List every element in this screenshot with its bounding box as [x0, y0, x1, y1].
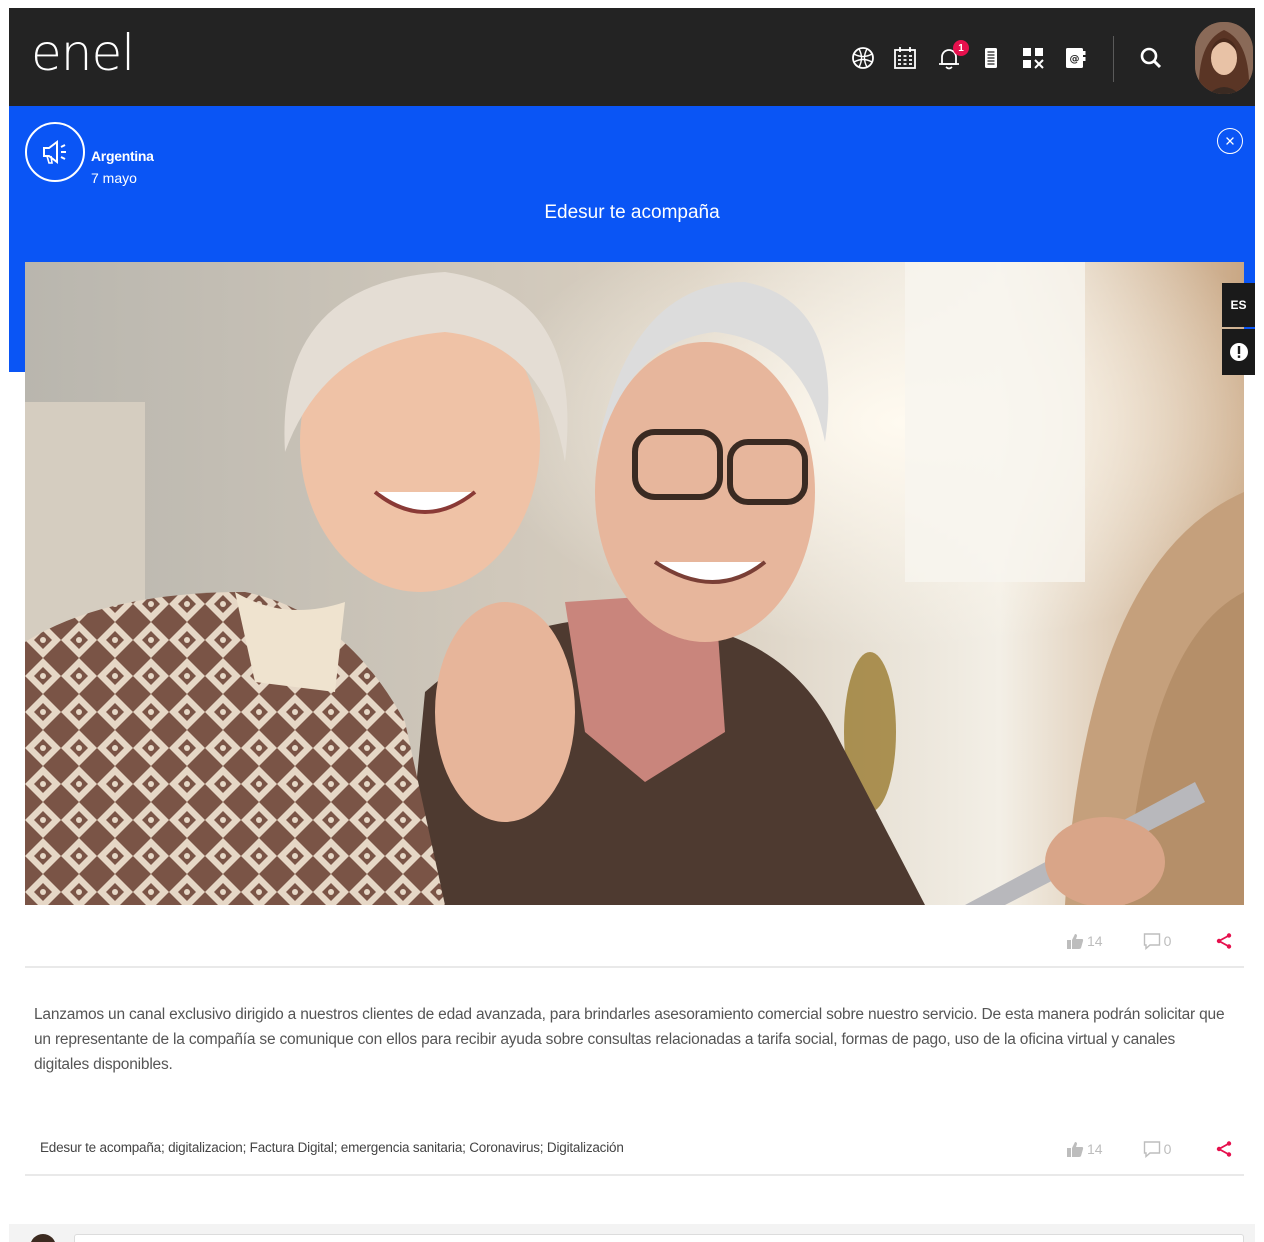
comment-count: 0	[1163, 1141, 1172, 1157]
post-actions-bottom: 14 0	[1066, 1137, 1236, 1161]
header-divider	[1113, 36, 1114, 82]
comment-button[interactable]: 0	[1143, 1140, 1172, 1158]
share-icon[interactable]	[1215, 1140, 1236, 1158]
comment-input[interactable]	[74, 1234, 1244, 1242]
globe-icon[interactable]	[847, 42, 879, 74]
document-icon[interactable]	[975, 42, 1007, 74]
notification-badge: 1	[953, 40, 969, 56]
thumbs-up-icon	[1067, 1142, 1084, 1157]
thumbs-up-icon	[1067, 934, 1084, 949]
top-navigation-bar: enel 1 @	[9, 8, 1255, 106]
close-icon[interactable]	[1217, 128, 1243, 154]
share-icon[interactable]	[1215, 932, 1236, 950]
comment-icon	[1143, 933, 1160, 950]
calendar-icon[interactable]	[889, 42, 921, 74]
megaphone-icon	[25, 122, 85, 182]
alert-icon[interactable]	[1222, 329, 1255, 375]
post-title: Edesur te acompaña	[544, 202, 720, 223]
email-contact-icon[interactable]: @	[1059, 42, 1091, 74]
post-hero-image	[25, 262, 1244, 905]
comment-icon	[1143, 1141, 1160, 1158]
svg-text:@: @	[1070, 54, 1080, 65]
user-avatar[interactable]	[1195, 22, 1253, 94]
like-count: 14	[1087, 933, 1103, 949]
post-country: Argentina	[91, 148, 154, 164]
bell-icon[interactable]: 1	[933, 40, 969, 74]
enel-logo[interactable]: enel	[31, 24, 135, 82]
post-actions-top: 14 0	[1066, 929, 1236, 953]
like-count: 14	[1087, 1141, 1103, 1157]
like-button[interactable]: 14	[1066, 1140, 1103, 1158]
search-icon[interactable]	[1135, 42, 1167, 74]
post-tags[interactable]: Edesur te acompaña; digitalizacion; Fact…	[40, 1140, 624, 1155]
comment-button[interactable]: 0	[1143, 932, 1172, 950]
language-tab[interactable]: ES	[1222, 283, 1255, 327]
like-button[interactable]: 14	[1066, 932, 1103, 950]
divider	[25, 966, 1244, 968]
apps-icon[interactable]	[1017, 42, 1049, 74]
post-date: 7 mayo	[91, 170, 137, 186]
comment-count: 0	[1163, 933, 1172, 949]
post-body-text: Lanzamos un canal exclusivo dirigido a n…	[34, 1006, 1225, 1073]
divider	[25, 1174, 1244, 1176]
